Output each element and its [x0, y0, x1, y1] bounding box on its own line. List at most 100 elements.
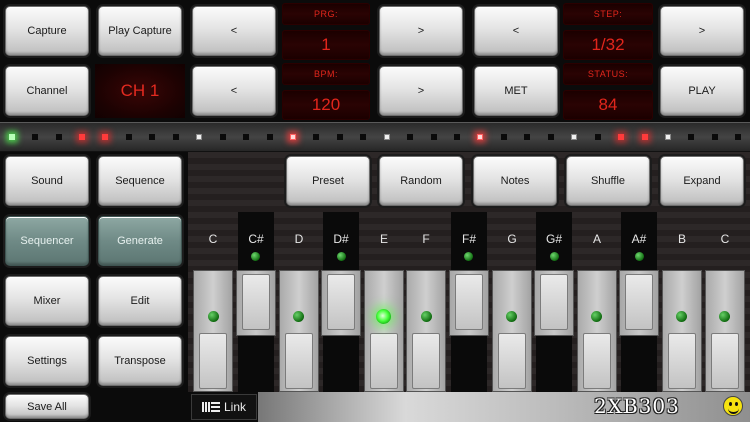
- key-pad: [285, 333, 313, 389]
- transpose-button[interactable]: Transpose: [98, 336, 182, 386]
- key-pad: [711, 333, 739, 389]
- step-led-23: [524, 134, 530, 140]
- bpm-prev-button[interactable]: <: [192, 66, 276, 116]
- bpm-next-button[interactable]: >: [379, 66, 463, 116]
- note-led: [208, 311, 219, 322]
- channel-display: CH 1: [95, 64, 185, 118]
- step-led-32: [735, 134, 741, 140]
- play-button[interactable]: PLAY: [660, 66, 744, 116]
- note-key-a[interactable]: [577, 270, 617, 392]
- step-led-11: [243, 134, 249, 140]
- key-pad: [455, 274, 483, 330]
- step-led-20: [454, 134, 460, 140]
- play-capture-button[interactable]: Play Capture: [98, 6, 182, 56]
- key-pad: [199, 333, 227, 389]
- bpm-label: BPM:: [282, 63, 370, 85]
- step-led-24: [548, 134, 554, 140]
- app-brand: 2XB303: [594, 394, 680, 418]
- note-key-c[interactable]: [193, 270, 233, 392]
- note-key-c-sharp[interactable]: [236, 270, 276, 336]
- step-led-3: [56, 134, 62, 140]
- note-label: C#: [248, 232, 264, 246]
- step-led-29: [665, 134, 671, 140]
- random-button[interactable]: Random: [379, 156, 463, 206]
- metronome-button[interactable]: MET: [474, 66, 558, 116]
- step-led-28: [642, 134, 648, 140]
- key-pad: [242, 274, 270, 330]
- generate-button[interactable]: Generate: [98, 216, 182, 266]
- channel-button[interactable]: Channel: [5, 66, 89, 116]
- key-pad: [498, 333, 526, 389]
- step-led-1: [9, 134, 15, 140]
- settings-button[interactable]: Settings: [5, 336, 89, 386]
- note-led: [591, 311, 602, 322]
- step-led-30: [688, 134, 694, 140]
- step-led-26: [595, 134, 601, 140]
- notes-button[interactable]: Notes: [473, 156, 557, 206]
- expand-button[interactable]: Expand: [660, 156, 744, 206]
- sharp-indicator-led: [251, 252, 260, 261]
- preset-button[interactable]: Preset: [286, 156, 370, 206]
- note-label: C: [720, 232, 730, 246]
- note-key-e[interactable]: [364, 270, 404, 392]
- prg-next-button[interactable]: >: [379, 6, 463, 56]
- step-indicator-bar: [0, 122, 750, 152]
- sound-button[interactable]: Sound: [5, 156, 89, 206]
- step-led-16: [360, 134, 366, 140]
- save-all-button[interactable]: Save All: [5, 394, 89, 419]
- note-led: [293, 311, 304, 322]
- prg-prev-button[interactable]: <: [192, 6, 276, 56]
- step-led-22: [501, 134, 507, 140]
- shuffle-button[interactable]: Shuffle: [566, 156, 650, 206]
- step-led-15: [337, 134, 343, 140]
- step-next-button[interactable]: >: [660, 6, 744, 56]
- note-label: F: [422, 232, 430, 246]
- note-key-b[interactable]: [662, 270, 702, 392]
- note-key-g-sharp[interactable]: [534, 270, 574, 336]
- note-label: D: [294, 232, 304, 246]
- note-key-d[interactable]: [279, 270, 319, 392]
- step-led-6: [126, 134, 132, 140]
- key-pad: [625, 274, 653, 330]
- note-label: D#: [333, 232, 349, 246]
- step-led-27: [618, 134, 624, 140]
- prg-value: 1: [282, 30, 370, 60]
- key-pad: [583, 333, 611, 389]
- note-key-f[interactable]: [406, 270, 446, 392]
- note-key-a-sharp[interactable]: [619, 270, 659, 336]
- capture-button[interactable]: Capture: [5, 6, 89, 56]
- key-pad: [412, 333, 440, 389]
- sequence-button[interactable]: Sequence: [98, 156, 182, 206]
- step-led-18: [407, 134, 413, 140]
- sequencer-button[interactable]: Sequencer: [5, 216, 89, 266]
- note-key-c[interactable]: [705, 270, 745, 392]
- note-key-d-sharp[interactable]: [321, 270, 361, 336]
- note-key-g[interactable]: [492, 270, 532, 392]
- note-label: G: [507, 232, 517, 246]
- prg-label: PRG:: [282, 3, 370, 25]
- ableton-link-button[interactable]: Link: [191, 394, 257, 420]
- note-label: A#: [631, 232, 647, 246]
- edit-button[interactable]: Edit: [98, 276, 182, 326]
- mixer-button[interactable]: Mixer: [5, 276, 89, 326]
- step-led-25: [571, 134, 577, 140]
- step-value: 1/32: [563, 30, 653, 60]
- key-pad: [540, 274, 568, 330]
- smiley-icon[interactable]: [723, 396, 743, 416]
- step-prev-button[interactable]: <: [474, 6, 558, 56]
- status-label: STATUS:: [563, 63, 653, 85]
- note-key-f-sharp[interactable]: [449, 270, 489, 336]
- link-label: Link: [223, 400, 246, 414]
- step-led-31: [712, 134, 718, 140]
- step-led-13: [290, 134, 296, 140]
- note-label: C: [208, 232, 218, 246]
- step-led-21: [477, 134, 483, 140]
- note-label: G#: [545, 232, 562, 246]
- note-led: [719, 311, 730, 322]
- step-led-5: [102, 134, 108, 140]
- sharp-indicator-led: [550, 252, 559, 261]
- status-value: 84: [563, 90, 653, 120]
- note-label: B: [677, 232, 686, 246]
- sharp-indicator-led: [635, 252, 644, 261]
- step-led-10: [220, 134, 226, 140]
